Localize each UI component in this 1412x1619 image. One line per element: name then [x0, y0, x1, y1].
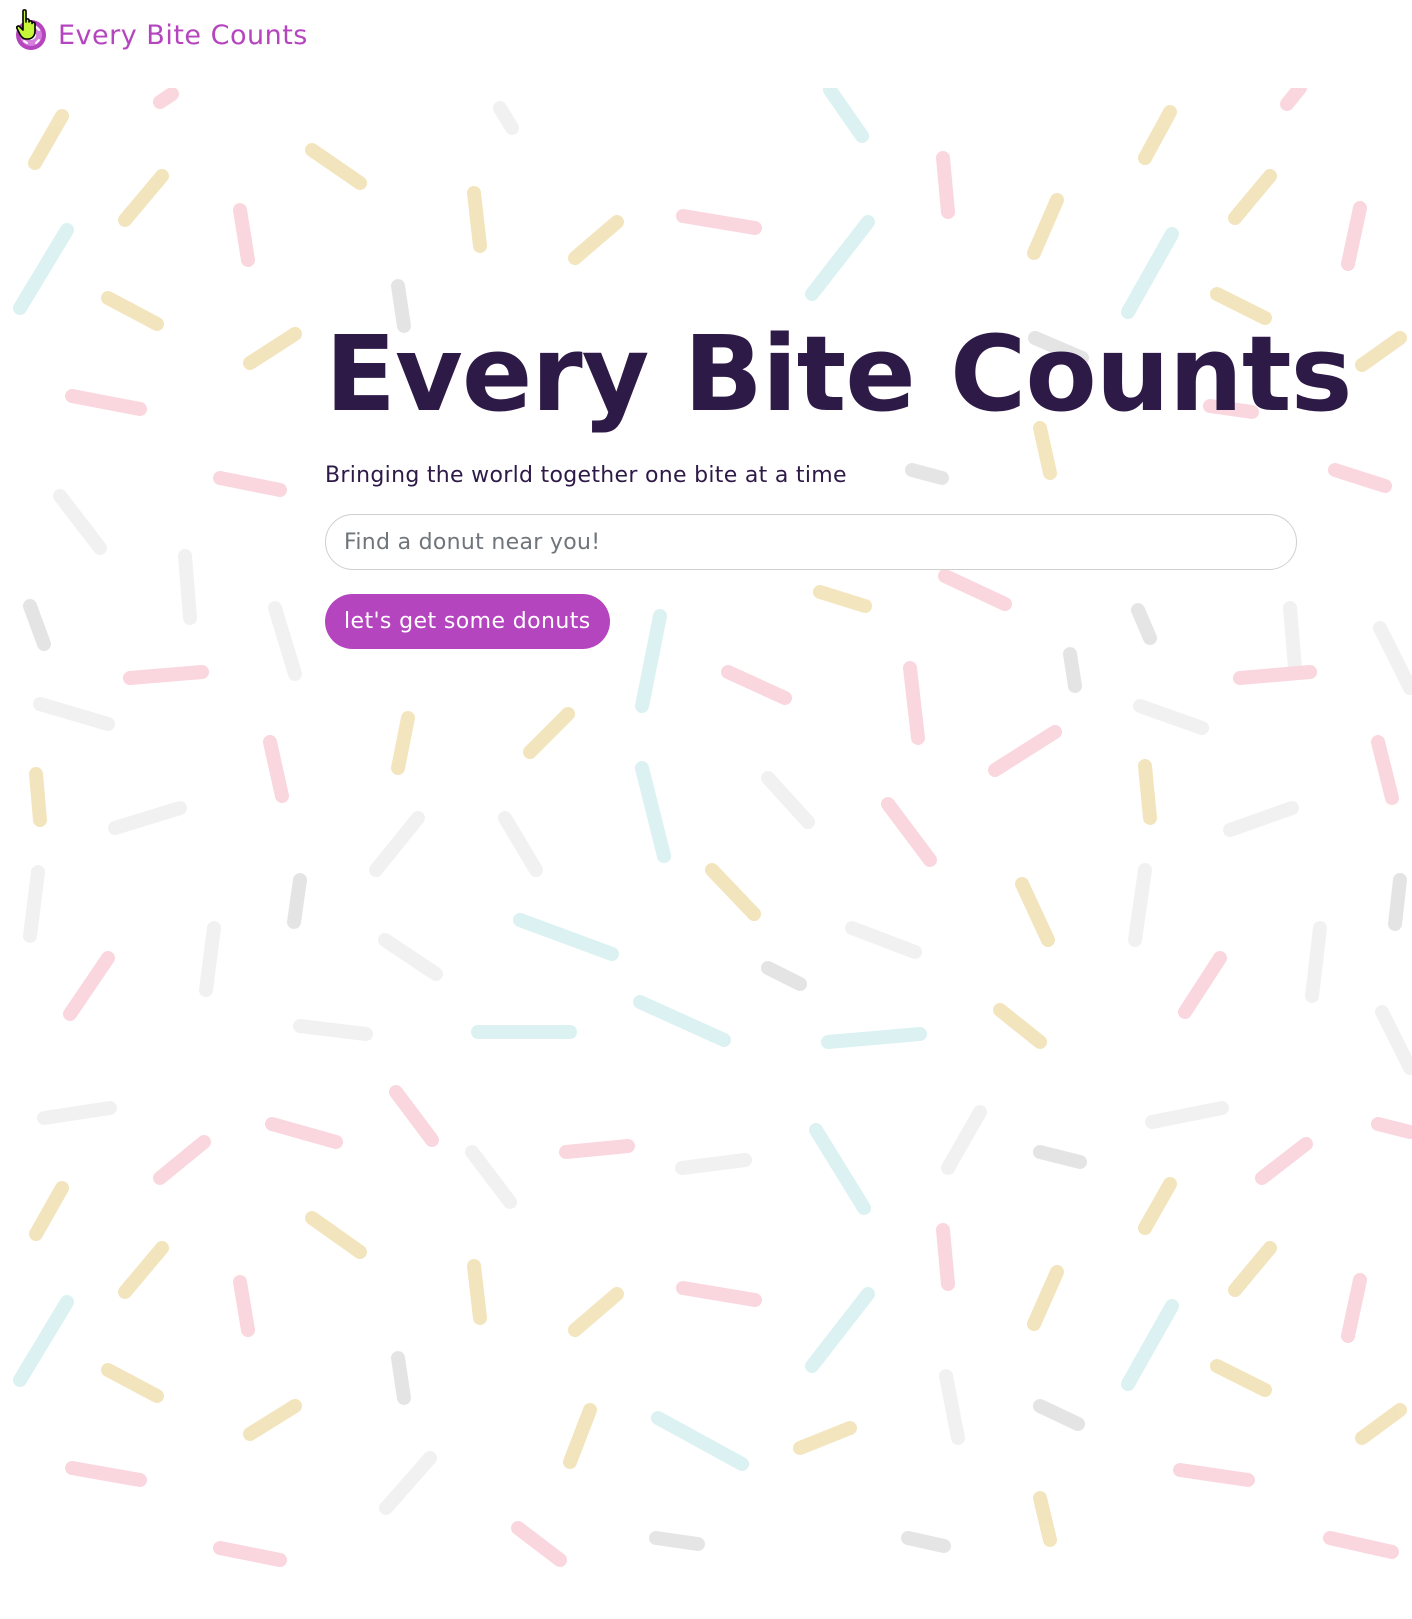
- brand-name: Every Bite Counts: [58, 19, 308, 51]
- donut-search-input[interactable]: [325, 514, 1297, 571]
- get-donuts-button[interactable]: let's get some donuts: [325, 594, 610, 650]
- hero-title: Every Bite Counts: [325, 313, 1353, 435]
- donut-logo-icon: [16, 20, 46, 50]
- top-navbar: Every Bite Counts: [0, 0, 1412, 88]
- hero-subtitle: Bringing the world together one bite at …: [325, 463, 847, 489]
- hero-section: Every Bite Counts Bringing the world tog…: [325, 313, 1353, 650]
- brand-home-link[interactable]: Every Bite Counts: [14, 18, 308, 52]
